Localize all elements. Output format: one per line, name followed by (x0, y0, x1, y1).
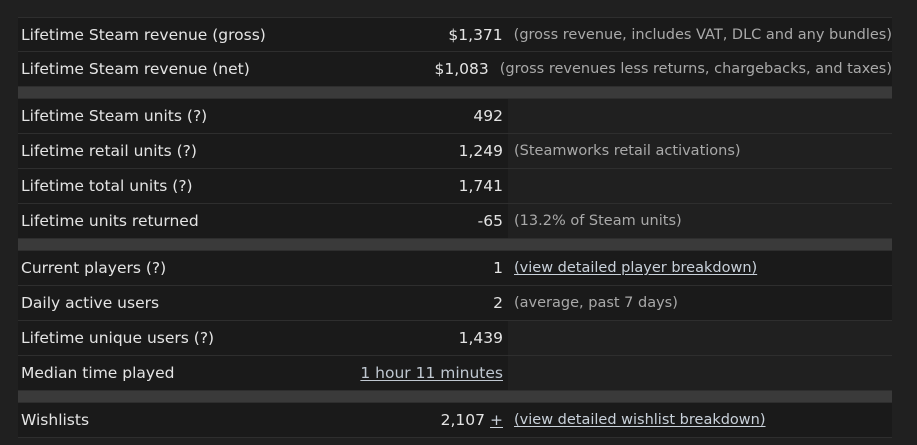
stat-note: (view detailed player breakdown) (508, 251, 892, 285)
stat-label[interactable]: Current players (?) (18, 251, 274, 285)
stat-row-median-time: Median time played 1 hour 11 minutes (18, 356, 892, 391)
stat-label[interactable]: Lifetime retail units (?) (18, 134, 274, 168)
stat-value: 1,439 (274, 321, 508, 355)
stat-row-wishlists: Wishlists 2,107 + (view detailed wishlis… (18, 403, 892, 438)
stat-row-net-revenue: Lifetime Steam revenue (net) $1,083 (gro… (18, 52, 892, 87)
stat-label: Lifetime units returned (18, 204, 274, 238)
wishlist-breakdown-link[interactable]: (view detailed wishlist breakdown) (514, 412, 766, 428)
stat-note (508, 99, 892, 133)
stat-label: Median time played (18, 356, 274, 390)
stat-value: 1 (274, 251, 508, 285)
stat-label: Wishlists (18, 403, 274, 437)
stat-value: 1 hour 11 minutes (274, 356, 508, 390)
stat-row-units-returned: Lifetime units returned -65 (13.2% of St… (18, 204, 892, 239)
section-separator (18, 87, 892, 99)
stat-label: Daily active users (18, 286, 274, 320)
stat-note (508, 169, 892, 203)
stat-row-steam-units: Lifetime Steam units (?) 492 (18, 99, 892, 134)
stat-note: (view detailed wishlist breakdown) (508, 403, 892, 437)
stat-value: $1,083 (266, 52, 494, 86)
stats-table: Lifetime Steam revenue (gross) $1,371 (g… (18, 17, 892, 438)
stat-row-current-players: Current players (?) 1 (view detailed pla… (18, 251, 892, 286)
stat-label[interactable]: Lifetime Steam units (?) (18, 99, 274, 133)
stat-row-unique-users: Lifetime unique users (?) 1,439 (18, 321, 892, 356)
stat-label: Lifetime Steam revenue (gross) (18, 18, 274, 51)
player-breakdown-link[interactable]: (view detailed player breakdown) (514, 260, 757, 276)
stat-note: (13.2% of Steam units) (514, 213, 682, 229)
stat-label[interactable]: Lifetime total units (?) (18, 169, 274, 203)
stat-row-retail-units: Lifetime retail units (?) 1,249 (Steamwo… (18, 134, 892, 169)
stat-row-total-units: Lifetime total units (?) 1,741 (18, 169, 892, 204)
wishlist-expand-button[interactable]: + (490, 411, 503, 429)
section-separator (18, 239, 892, 251)
stat-note: (gross revenue, includes VAT, DLC and an… (507, 18, 892, 51)
stat-row-gross-revenue: Lifetime Steam revenue (gross) $1,371 (g… (18, 17, 892, 52)
section-separator (18, 391, 892, 403)
stat-value: $1,371 (273, 18, 508, 51)
stat-value: 492 (274, 99, 508, 133)
stat-value: 1,741 (274, 169, 508, 203)
stat-note (508, 321, 892, 355)
stat-label: Lifetime Steam revenue (net) (18, 52, 267, 86)
stat-note: (Steamworks retail activations) (514, 143, 741, 159)
stat-label[interactable]: Lifetime unique users (?) (18, 321, 274, 355)
median-time-link[interactable]: 1 hour 11 minutes (360, 364, 503, 382)
stat-note: (average, past 7 days) (508, 286, 892, 320)
stat-value: 2 (274, 286, 508, 320)
stat-value: -65 (274, 204, 508, 238)
stat-note: (gross revenues less returns, chargeback… (493, 52, 892, 86)
stat-value: 2,107 + (274, 403, 508, 437)
stat-value: 1,249 (274, 134, 508, 168)
stat-row-daily-active-users: Daily active users 2 (average, past 7 da… (18, 286, 892, 321)
wishlist-count: 2,107 (440, 411, 485, 429)
stat-note (508, 356, 892, 390)
